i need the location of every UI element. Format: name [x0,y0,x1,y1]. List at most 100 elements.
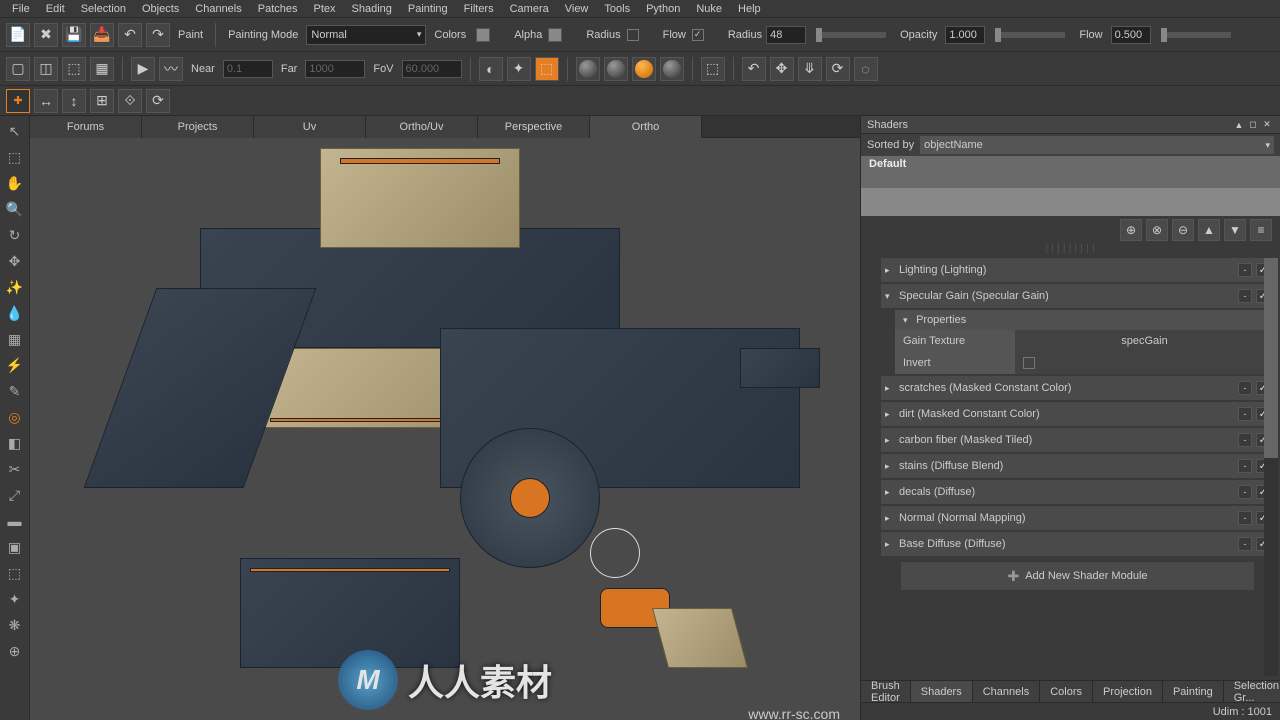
target-tool-icon[interactable]: ◎ [4,406,26,428]
play-icon[interactable]: ▶ [131,57,155,81]
layer-dirt[interactable]: ▸dirt (Masked Constant Color)- [881,402,1274,426]
drop-tool-icon[interactable]: 💧 [4,302,26,324]
btab-selection[interactable]: Selection Gr... [1224,681,1280,703]
transform-tool-icon[interactable]: ✥ [4,250,26,272]
marquee-tool-icon[interactable]: ⬚ [4,146,26,168]
layer-stains[interactable]: ▸stains (Diffuse Blend)- [881,454,1274,478]
menu-objects[interactable]: Objects [134,3,187,15]
far-input[interactable] [305,60,365,78]
layer-scratches[interactable]: ▸scratches (Masked Constant Color)- [881,376,1274,400]
menu-shading[interactable]: Shading [344,3,400,15]
layer-specgain[interactable]: ▾ Specular Gain (Specular Gain) - [881,284,1274,308]
brush-icon[interactable]: 〰 [159,57,183,81]
flow-check[interactable] [692,29,704,41]
sphere2-icon[interactable] [604,57,628,81]
tab-projects[interactable]: Projects [142,116,254,138]
flow-slider[interactable] [1161,32,1231,38]
shader-item-default[interactable]: Default [861,156,1280,172]
clone-tool-icon[interactable]: ⬚ [4,562,26,584]
add-button[interactable]: ✚ [6,89,30,113]
menu-nuke[interactable]: Nuke [688,3,730,15]
mask-tool-icon[interactable]: ▣ [4,536,26,558]
expand-icon[interactable]: ▾ [885,291,895,302]
shader-dup-icon[interactable]: ⊗ [1146,219,1168,241]
add-shader-module-button[interactable]: ✚Add New Shader Module [901,562,1254,590]
extra2-tool-icon[interactable]: ❋ [4,614,26,636]
menu-painting[interactable]: Painting [400,3,456,15]
btab-painting[interactable]: Painting [1163,681,1224,703]
grid-tool-icon[interactable]: ▦ [4,328,26,350]
proj2-icon[interactable]: ✦ [507,57,531,81]
align-v-icon[interactable]: ↕ [62,89,86,113]
layers-scrollbar[interactable] [1264,258,1278,676]
shader-list[interactable]: Default [861,156,1280,216]
pointer-tool-icon[interactable]: ↖ [4,120,26,142]
import-icon[interactable]: 📥 [90,23,114,47]
new-file-icon[interactable]: 📄 [6,23,30,47]
shader-down-icon[interactable]: ▼ [1224,219,1246,241]
menu-python[interactable]: Python [638,3,688,15]
cube3-icon[interactable]: ⬚ [62,57,86,81]
nav-down-icon[interactable]: ⤋ [798,57,822,81]
proj1-icon[interactable]: ◐ [479,57,503,81]
proj3-icon[interactable]: ⬚ [535,57,559,81]
hand-tool-icon[interactable]: ✋ [4,172,26,194]
btab-brush-editor[interactable]: Brush Editor [861,681,911,703]
menu-help[interactable]: Help [730,3,769,15]
menu-selection[interactable]: Selection [73,3,134,15]
extra3-tool-icon[interactable]: ⊕ [4,640,26,662]
shader-add-icon[interactable]: ⊕ [1120,219,1142,241]
close-file-icon[interactable]: ✖ [34,23,58,47]
wand-tool-icon[interactable]: ✨ [4,276,26,298]
opacity-slider[interactable] [995,32,1065,38]
gain-texture-value[interactable]: specGain [1015,330,1274,352]
panel-max-icon[interactable]: ◻ [1246,119,1260,130]
menu-tools[interactable]: Tools [596,3,638,15]
layer-menu-icon[interactable]: - [1238,263,1252,277]
dropper-tool-icon[interactable]: ⤢ [4,484,26,506]
radius-slider[interactable] [816,32,886,38]
snap1-icon[interactable]: ⟐ [118,89,142,113]
expand-icon[interactable]: ▸ [885,265,895,276]
rotate-tool-icon[interactable]: ↻ [4,224,26,246]
menu-edit[interactable]: Edit [38,3,73,15]
alpha-swatch[interactable] [548,28,562,42]
menu-camera[interactable]: Camera [502,3,557,15]
menu-patches[interactable]: Patches [250,3,306,15]
tab-uv[interactable]: Uv [254,116,366,138]
shader-up-icon[interactable]: ▲ [1198,219,1220,241]
sphere3-icon[interactable] [632,57,656,81]
bucket-tool-icon[interactable]: ▬ [4,510,26,532]
btab-projection[interactable]: Projection [1093,681,1163,703]
undo-icon[interactable]: ↶ [118,23,142,47]
layer-lighting[interactable]: ▸ Lighting (Lighting) - [881,258,1274,282]
near-input[interactable] [223,60,273,78]
sphere4-icon[interactable] [660,57,684,81]
extra1-tool-icon[interactable]: ✦ [4,588,26,610]
radius-input[interactable] [766,26,806,44]
btab-shaders[interactable]: Shaders [911,681,973,703]
btab-colors[interactable]: Colors [1040,681,1093,703]
pen-tool-icon[interactable]: ✎ [4,380,26,402]
save-icon[interactable]: 💾 [62,23,86,47]
painting-mode-select[interactable]: Normal [306,25,426,45]
nav-rotate-icon[interactable]: ⟳ [826,57,850,81]
btab-channels[interactable]: Channels [973,681,1040,703]
shader-layers-icon[interactable]: ≡ [1250,219,1272,241]
tab-orthouv[interactable]: Ortho/Uv [366,116,478,138]
menu-channels[interactable]: Channels [187,3,249,15]
align-h-icon[interactable]: ↔ [34,89,58,113]
tab-ortho[interactable]: Ortho [590,116,702,138]
layer-menu-icon[interactable]: - [1238,289,1252,303]
sphere1-icon[interactable] [576,57,600,81]
panel-close-icon[interactable]: ✕ [1260,119,1274,130]
menu-ptex[interactable]: Ptex [306,3,344,15]
menu-filters[interactable]: Filters [456,3,502,15]
nav-refresh-icon[interactable]: ◌ [854,57,878,81]
tab-perspective[interactable]: Perspective [478,116,590,138]
frame-icon[interactable]: ⬚ [701,57,725,81]
tab-forums[interactable]: Forums [30,116,142,138]
redo-icon[interactable]: ↷ [146,23,170,47]
snap2-icon[interactable]: ⟳ [146,89,170,113]
menu-file[interactable]: File [4,3,38,15]
